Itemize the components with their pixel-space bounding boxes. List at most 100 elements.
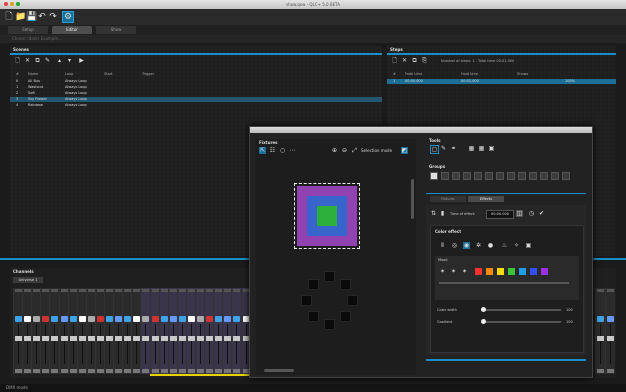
tab-editor[interactable]: Editor — [52, 26, 92, 34]
group-cell-icon[interactable] — [485, 172, 493, 180]
stop-icon[interactable]: ▮ — [439, 210, 446, 217]
color-swatch[interactable] — [497, 268, 504, 275]
step-row-selected[interactable]: 1 00:00.000 00:01.000 100% — [387, 79, 616, 84]
matrix-pixel[interactable] — [347, 236, 357, 246]
group-cell-icon[interactable] — [507, 172, 515, 180]
add-step-icon[interactable]: 🗋 — [391, 57, 398, 64]
zoom-out-icon[interactable]: ⊖ — [341, 147, 348, 154]
channel-fader[interactable] — [604, 288, 615, 374]
image-effect-icon[interactable]: ▣ — [525, 242, 532, 249]
matrix-pixel[interactable] — [347, 206, 357, 216]
matrix-pixel[interactable] — [347, 196, 357, 206]
group-cell-icon[interactable] — [441, 172, 449, 180]
tab-setup[interactable]: Setup — [8, 26, 48, 34]
color-width-handle[interactable] — [481, 307, 486, 312]
grid-tool-icon[interactable]: ☷ — [269, 147, 276, 154]
undo-icon[interactable]: ↶ — [37, 12, 47, 22]
matrix-pixel[interactable] — [337, 206, 347, 216]
color-width-slider[interactable] — [481, 309, 561, 311]
matrix-pixel[interactable] — [297, 216, 307, 226]
new-scene-icon[interactable]: 🗋 — [14, 57, 21, 64]
matrix-pixel[interactable] — [307, 206, 317, 216]
star-icon[interactable]: ✶ — [439, 268, 446, 275]
operate-mode-icon[interactable]: ⚙ — [62, 11, 74, 23]
group-cell-icon[interactable] — [562, 172, 570, 180]
move-up-icon[interactable]: ▴ — [56, 57, 63, 64]
check-icon[interactable]: ✔ — [538, 210, 545, 217]
gradient-handle[interactable] — [481, 319, 486, 324]
fire-effect-icon[interactable]: ♨ — [501, 242, 508, 249]
tab-effects[interactable]: Effects — [468, 196, 504, 202]
dot-effect-icon[interactable]: ● — [487, 242, 494, 249]
group-cell-icon[interactable] — [551, 172, 559, 180]
scene-row[interactable]: 4 Rainbow Always Loop — [10, 103, 382, 108]
color-swatch[interactable] — [541, 268, 548, 275]
grid-small-icon[interactable]: ▦ — [468, 145, 475, 152]
color-swatch[interactable] — [486, 268, 493, 275]
open-folder-icon[interactable]: 📁 — [15, 12, 26, 22]
mood-slider[interactable] — [439, 282, 569, 284]
matrix-pixel[interactable] — [347, 186, 357, 196]
group-cell-icon[interactable] — [496, 172, 504, 180]
spiral-effect-icon[interactable]: ◎ — [451, 242, 458, 249]
select-tool-icon[interactable]: ⇱ — [259, 147, 266, 154]
matrix-pixel[interactable] — [297, 236, 307, 246]
matrix-pixel[interactable] — [307, 216, 317, 226]
pixel-matrix-selection[interactable] — [294, 183, 360, 249]
color-swatch[interactable] — [530, 268, 537, 275]
matrix-pixel[interactable] — [337, 186, 347, 196]
close-window-button[interactable] — [4, 2, 8, 6]
empty-fixture-cell[interactable] — [308, 311, 319, 322]
matrix-pixel[interactable] — [327, 226, 337, 236]
color-swatch[interactable] — [519, 268, 526, 275]
circle-effect-icon[interactable]: ◉ — [463, 242, 470, 249]
group-cell-icon[interactable] — [540, 172, 548, 180]
empty-fixture-cell[interactable] — [308, 279, 319, 290]
clone-scene-icon[interactable]: ⧉ — [34, 57, 41, 64]
matrix-pixel[interactable] — [337, 216, 347, 226]
matrix-pixel[interactable] — [327, 206, 337, 216]
group-cell-icon[interactable] — [474, 172, 482, 180]
matrix-pixel[interactable] — [297, 206, 307, 216]
bars-effect-icon[interactable]: ⫴ — [439, 242, 446, 249]
empty-fixture-cell[interactable] — [324, 319, 335, 330]
scene-row[interactable]: 2 Soft Always Loop — [10, 91, 382, 96]
matrix-pixel[interactable] — [347, 226, 357, 236]
new-file-icon[interactable]: 🗋 — [4, 12, 14, 22]
timer-icon[interactable]: ◷ — [528, 210, 535, 217]
paste-step-icon[interactable]: ⎘ — [421, 57, 428, 64]
time-of-effect-field[interactable]: 00:00.000 — [486, 210, 514, 219]
group-cell-icon[interactable] — [463, 172, 471, 180]
matrix-pixel[interactable] — [337, 226, 347, 236]
scene-row-selected[interactable]: 3 Sky Flower Always Loop — [10, 97, 382, 102]
color-swatch[interactable] — [475, 268, 482, 275]
empty-fixture-cell[interactable] — [301, 295, 312, 306]
gradient-slider[interactable] — [481, 321, 561, 323]
matrix-pixel[interactable] — [307, 236, 317, 246]
line-tool-icon[interactable]: ⋯ — [289, 147, 296, 154]
grid-medium-icon[interactable]: ▦ — [478, 145, 485, 152]
star-icon[interactable]: ✶ — [461, 268, 468, 275]
matrix-pixel[interactable] — [317, 216, 327, 226]
selection-mode-toggle-icon[interactable]: ◩ — [401, 147, 408, 154]
matrix-pixel[interactable] — [327, 216, 337, 226]
tab-fixtures[interactable]: Fixtures — [430, 196, 466, 202]
group-cell-icon[interactable] — [529, 172, 537, 180]
universe-tab[interactable]: Universe 1 — [13, 277, 43, 283]
redo-icon[interactable]: ↷ — [48, 12, 58, 22]
matrix-pixel[interactable] — [307, 196, 317, 206]
edit-scene-icon[interactable]: ✎ — [44, 57, 51, 64]
grid-large-icon[interactable]: ▣ — [488, 145, 495, 152]
matrix-pixel[interactable] — [327, 186, 337, 196]
empty-fixture-cell[interactable] — [324, 271, 335, 282]
tab-show[interactable]: Show — [96, 26, 136, 34]
group-cell-icon[interactable] — [518, 172, 526, 180]
sparkle-effect-icon[interactable]: ✧ — [513, 242, 520, 249]
swirl-effect-icon[interactable]: ✲ — [475, 242, 482, 249]
matrix-pixel[interactable] — [317, 206, 327, 216]
zoom-window-button[interactable] — [16, 2, 20, 6]
link-tool-icon[interactable]: ⚭ — [450, 145, 457, 152]
matrix-pixel[interactable] — [317, 226, 327, 236]
circle-tool-icon[interactable]: ○ — [279, 147, 286, 154]
matrix-pixel[interactable] — [317, 236, 327, 246]
